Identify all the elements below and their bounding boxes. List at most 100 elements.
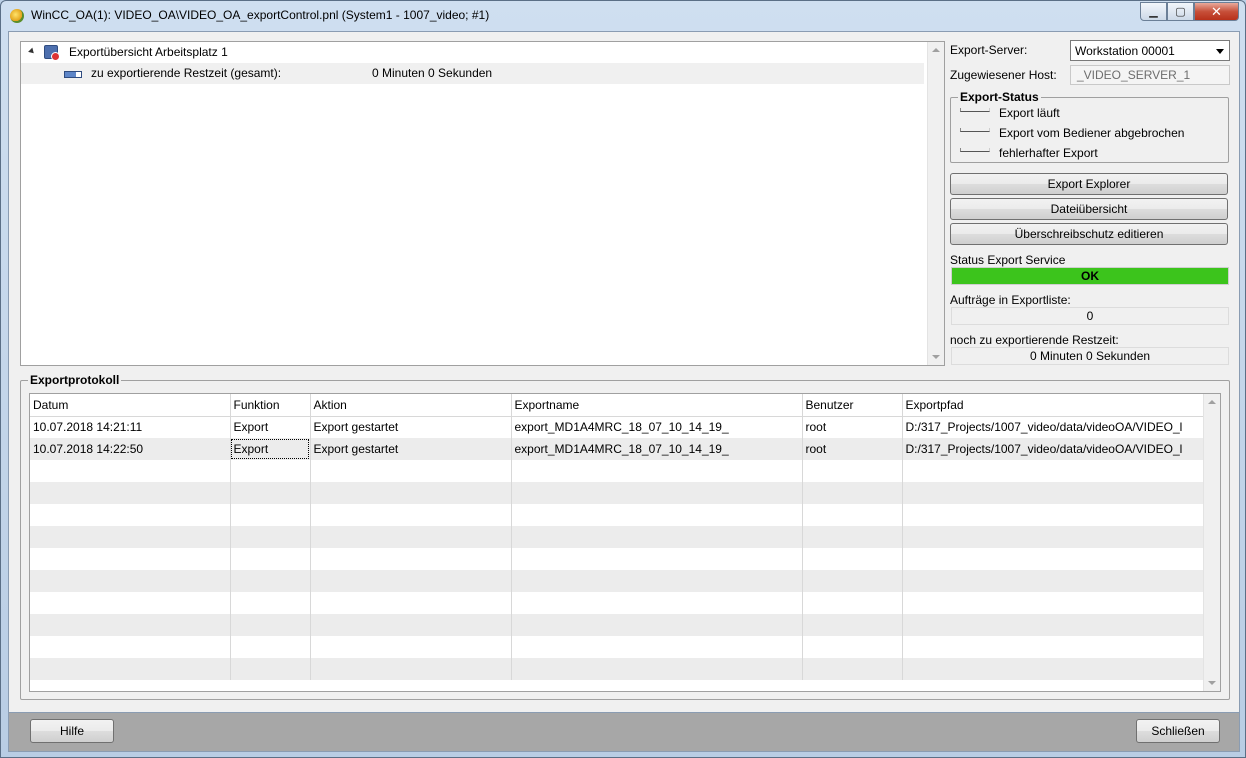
table-cell[interactable] bbox=[310, 636, 512, 658]
table-row[interactable] bbox=[30, 504, 1205, 526]
table-cell[interactable] bbox=[511, 460, 803, 482]
title-bar[interactable]: WinCC_OA(1): VIDEO_OA\VIDEO_OA_exportCon… bbox=[1, 1, 1245, 31]
table-cell[interactable] bbox=[802, 460, 903, 482]
table-cell[interactable]: Export gestartet bbox=[310, 416, 512, 438]
table-cell[interactable]: Export bbox=[230, 416, 311, 438]
table-row[interactable]: 10.07.2018 14:22:50 Export Export gestarte… bbox=[30, 438, 1205, 460]
table-cell[interactable] bbox=[310, 504, 512, 526]
export-server-select[interactable]: Workstation 00001 bbox=[1070, 40, 1230, 61]
tree-scrollbar[interactable] bbox=[927, 42, 944, 365]
table-cell[interactable] bbox=[230, 460, 311, 482]
table-cell[interactable] bbox=[310, 570, 512, 592]
table-cell[interactable] bbox=[310, 658, 512, 680]
table-cell[interactable] bbox=[511, 570, 803, 592]
table-cell[interactable] bbox=[230, 614, 311, 636]
table-cell[interactable] bbox=[902, 636, 1205, 658]
scroll-up-icon[interactable] bbox=[932, 48, 940, 52]
close-window-button[interactable]: ✕ bbox=[1194, 2, 1239, 21]
table-cell[interactable] bbox=[511, 614, 803, 636]
table-cell[interactable] bbox=[802, 658, 903, 680]
table-row[interactable] bbox=[30, 570, 1205, 592]
table-cell[interactable] bbox=[802, 570, 903, 592]
column-header-aktion[interactable]: Aktion bbox=[310, 394, 512, 417]
table-cell[interactable] bbox=[230, 636, 311, 658]
table-cell[interactable] bbox=[230, 570, 311, 592]
table-cell[interactable] bbox=[30, 482, 231, 504]
table-cell[interactable] bbox=[30, 460, 231, 482]
table-cell[interactable] bbox=[30, 548, 231, 570]
table-cell[interactable] bbox=[230, 526, 311, 548]
table-cell[interactable] bbox=[230, 504, 311, 526]
table-cell[interactable] bbox=[30, 614, 231, 636]
scroll-down-icon[interactable] bbox=[932, 355, 940, 359]
table-cell[interactable] bbox=[802, 482, 903, 504]
table-row[interactable]: 10.07.2018 14:21:11 Export Export gestarte… bbox=[30, 416, 1205, 438]
table-cell[interactable] bbox=[511, 636, 803, 658]
table-cell[interactable] bbox=[902, 460, 1205, 482]
column-header-funktion[interactable]: Funktion bbox=[230, 394, 311, 417]
tree-root-row[interactable]: Exportübersicht Arbeitsplatz 1 bbox=[21, 42, 924, 63]
help-button[interactable]: Hilfe bbox=[30, 719, 114, 743]
table-cell[interactable] bbox=[30, 570, 231, 592]
export-tree[interactable]: Exportübersicht Arbeitsplatz 1 zu export… bbox=[20, 41, 945, 366]
table-cell[interactable]: D:/317_Projects/1007_video/data/videoOA/… bbox=[902, 416, 1205, 438]
table-cell[interactable] bbox=[902, 526, 1205, 548]
column-header-exportpfad[interactable]: Exportpfad bbox=[902, 394, 1205, 417]
table-cell[interactable] bbox=[230, 592, 311, 614]
table-cell[interactable] bbox=[802, 592, 903, 614]
table-cell[interactable] bbox=[30, 658, 231, 680]
table-cell[interactable] bbox=[511, 548, 803, 570]
table-row[interactable] bbox=[30, 460, 1205, 482]
table-row[interactable] bbox=[30, 548, 1205, 570]
column-header-benutzer[interactable]: Benutzer bbox=[802, 394, 903, 417]
table-cell[interactable] bbox=[902, 482, 1205, 504]
table-cell[interactable] bbox=[30, 636, 231, 658]
table-cell[interactable] bbox=[511, 592, 803, 614]
export-explorer-button[interactable]: Export Explorer bbox=[950, 173, 1228, 195]
table-row[interactable] bbox=[30, 614, 1205, 636]
protocol-table[interactable]: Datum Funktion Aktion Exportname Benutze… bbox=[29, 393, 1221, 692]
collapse-arrow-icon[interactable] bbox=[28, 47, 36, 56]
close-button[interactable]: Schließen bbox=[1136, 719, 1220, 743]
table-cell[interactable] bbox=[310, 526, 512, 548]
table-cell[interactable]: root bbox=[802, 416, 903, 438]
table-cell[interactable] bbox=[902, 570, 1205, 592]
table-cell[interactable] bbox=[511, 526, 803, 548]
table-cell[interactable] bbox=[802, 526, 903, 548]
table-cell[interactable] bbox=[310, 592, 512, 614]
scroll-up-icon[interactable] bbox=[1208, 400, 1216, 404]
table-cell[interactable] bbox=[902, 614, 1205, 636]
table-cell[interactable] bbox=[802, 636, 903, 658]
table-cell[interactable]: root bbox=[802, 438, 903, 460]
table-cell[interactable] bbox=[310, 548, 512, 570]
table-cell[interactable] bbox=[30, 592, 231, 614]
table-cell[interactable] bbox=[902, 592, 1205, 614]
table-cell[interactable] bbox=[511, 482, 803, 504]
minimize-button[interactable]: ▁ bbox=[1140, 2, 1167, 21]
table-cell[interactable] bbox=[511, 504, 803, 526]
table-cell[interactable] bbox=[902, 548, 1205, 570]
table-cell[interactable] bbox=[310, 460, 512, 482]
table-row[interactable] bbox=[30, 592, 1205, 614]
tree-child-row[interactable]: zu exportierende Restzeit (gesamt): 0 Mi… bbox=[21, 63, 924, 84]
scroll-down-icon[interactable] bbox=[1208, 681, 1216, 685]
table-cell[interactable] bbox=[30, 504, 231, 526]
maximize-button[interactable]: ▢ bbox=[1167, 2, 1194, 21]
table-cell[interactable] bbox=[230, 482, 311, 504]
table-cell[interactable] bbox=[230, 548, 311, 570]
table-cell[interactable]: export_MD1A4MRC_18_07_10_14_19_ bbox=[511, 438, 803, 460]
table-cell[interactable] bbox=[902, 504, 1205, 526]
table-cell[interactable] bbox=[310, 614, 512, 636]
table-cell[interactable] bbox=[802, 548, 903, 570]
column-header-datum[interactable]: Datum bbox=[30, 394, 231, 417]
file-overview-button[interactable]: Dateiübersicht bbox=[950, 198, 1228, 220]
table-cell[interactable]: D:/317_Projects/1007_video/data/videoOA/… bbox=[902, 438, 1205, 460]
column-header-exportname[interactable]: Exportname bbox=[511, 394, 803, 417]
table-cell[interactable]: 10.07.2018 14:22:50 bbox=[30, 438, 231, 460]
table-cell[interactable] bbox=[30, 526, 231, 548]
table-cell[interactable]: 10.07.2018 14:21:11 bbox=[30, 416, 231, 438]
table-scrollbar[interactable] bbox=[1203, 394, 1220, 691]
table-row[interactable] bbox=[30, 482, 1205, 504]
table-cell[interactable] bbox=[802, 614, 903, 636]
table-cell[interactable]: export_MD1A4MRC_18_07_10_14_19_ bbox=[511, 416, 803, 438]
